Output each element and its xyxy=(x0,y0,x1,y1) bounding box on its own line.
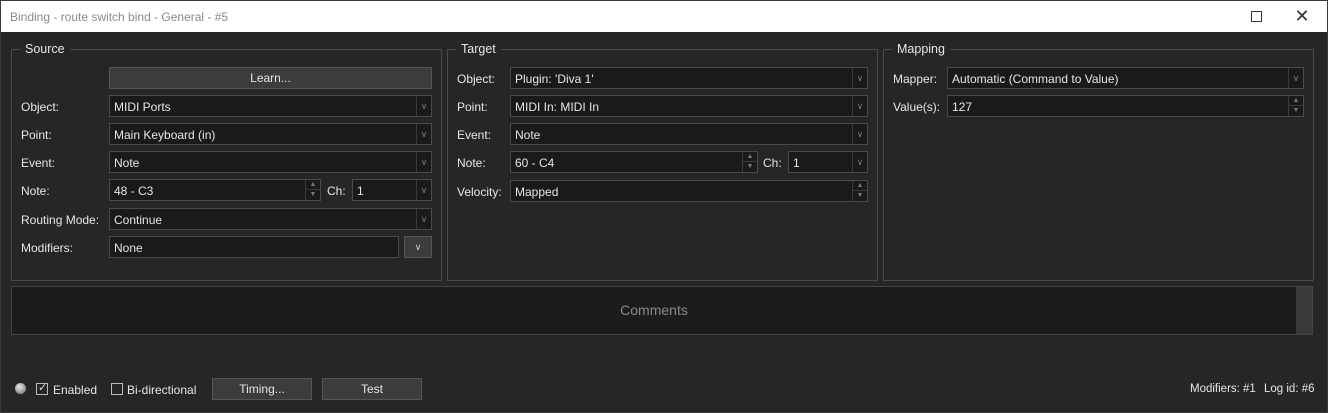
chevron-down-icon: ∨ xyxy=(416,180,431,200)
enabled-checkbox[interactable]: ✓ xyxy=(36,382,48,395)
target-point-select[interactable]: MIDI In: MIDI In ∨ xyxy=(510,95,868,117)
target-point-label: Point: xyxy=(457,100,488,114)
arrow-up-icon[interactable]: ▲ xyxy=(853,181,867,191)
mapper-select[interactable]: Automatic (Command to Value) ∨ xyxy=(947,67,1304,89)
spinner-arrows[interactable]: ▲ ▼ xyxy=(1288,96,1303,116)
source-routing-value: Continue xyxy=(114,213,163,227)
spinner-arrows[interactable]: ▲ ▼ xyxy=(742,152,757,172)
source-event-value: Note xyxy=(114,156,140,170)
source-routing-select[interactable]: Continue ∨ xyxy=(109,208,432,230)
arrow-down-icon[interactable]: ▼ xyxy=(306,190,320,200)
source-event-select[interactable]: Note ∨ xyxy=(109,151,432,173)
spinner-arrows[interactable]: ▲ ▼ xyxy=(852,181,867,201)
chevron-down-icon: ∨ xyxy=(852,152,867,172)
spinner-arrows[interactable]: ▲ ▼ xyxy=(305,180,320,200)
close-icon: ✕ xyxy=(1294,6,1310,26)
maximize-button[interactable] xyxy=(1233,1,1279,32)
chevron-down-icon: ∨ xyxy=(1288,68,1303,88)
arrow-up-icon[interactable]: ▲ xyxy=(743,152,757,162)
bidirectional-label[interactable]: Bi-directional xyxy=(127,383,196,397)
close-button[interactable]: ✕ xyxy=(1279,1,1325,32)
arrow-down-icon[interactable]: ▼ xyxy=(743,162,757,172)
modifiers-status: Modifiers: #1 xyxy=(1190,383,1256,395)
target-note-spinner[interactable]: 60 - C4 ▲ ▼ xyxy=(510,151,758,173)
source-note-label: Note: xyxy=(21,184,50,198)
values-spinner[interactable]: 127 ▲ ▼ xyxy=(947,95,1304,117)
chevron-down-icon: ∨ xyxy=(852,96,867,116)
source-legend: Source xyxy=(25,42,65,56)
source-object-value: MIDI Ports xyxy=(114,100,171,114)
target-event-select[interactable]: Note ∨ xyxy=(510,123,868,145)
enabled-label[interactable]: Enabled xyxy=(53,383,97,397)
window-title: Binding - route switch bind - General - … xyxy=(10,10,229,24)
maximize-icon xyxy=(1250,10,1262,22)
target-ch-select[interactable]: 1 ∨ xyxy=(788,151,868,173)
source-ch-select[interactable]: 1 ∨ xyxy=(352,179,432,201)
source-note-value: 48 - C3 xyxy=(114,184,154,198)
test-button[interactable]: Test xyxy=(322,378,422,400)
target-note-label: Note: xyxy=(457,156,486,170)
chevron-down-icon: ∨ xyxy=(416,152,431,172)
source-modifiers-field[interactable]: None xyxy=(109,236,399,258)
target-point-value: MIDI In: MIDI In xyxy=(515,100,600,114)
source-event-label: Event: xyxy=(21,156,56,170)
learn-button[interactable]: Learn... xyxy=(109,67,432,89)
chevron-down-icon: ∨ xyxy=(416,124,431,144)
comments-placeholder: Comments xyxy=(620,302,688,318)
source-ch-label: Ch: xyxy=(327,184,346,198)
source-modifiers-value: None xyxy=(114,241,143,255)
target-object-label: Object: xyxy=(457,72,496,86)
values-value: 127 xyxy=(952,100,973,114)
bidirectional-checkbox[interactable] xyxy=(111,383,123,395)
target-velocity-spinner[interactable]: Mapped ▲ ▼ xyxy=(510,180,868,202)
target-event-label: Event: xyxy=(457,128,492,142)
check-icon: ✓ xyxy=(38,382,48,394)
status-led-icon xyxy=(15,383,26,394)
source-note-spinner[interactable]: 48 - C3 ▲ ▼ xyxy=(109,179,321,201)
target-velocity-label: Velocity: xyxy=(457,185,502,199)
source-object-select[interactable]: MIDI Ports ∨ xyxy=(109,95,432,117)
chevron-down-icon: ∨ xyxy=(414,242,422,252)
target-event-value: Note xyxy=(515,128,541,142)
target-velocity-value: Mapped xyxy=(515,185,559,199)
chevron-down-icon: ∨ xyxy=(416,96,431,116)
target-object-value: Plugin: 'Diva 1' xyxy=(515,72,594,86)
target-legend: Target xyxy=(461,42,496,56)
values-label: Value(s): xyxy=(893,100,941,114)
source-modifiers-label: Modifiers: xyxy=(21,241,74,255)
log-id-status: Log id: #6 xyxy=(1264,383,1315,395)
mapping-legend: Mapping xyxy=(897,42,945,56)
source-object-label: Object: xyxy=(21,100,60,114)
source-point-select[interactable]: Main Keyboard (in) ∨ xyxy=(109,123,432,145)
arrow-up-icon[interactable]: ▲ xyxy=(1289,96,1303,106)
source-point-label: Point: xyxy=(21,128,52,142)
timing-button[interactable]: Timing... xyxy=(212,378,312,400)
source-point-value: Main Keyboard (in) xyxy=(114,128,216,142)
modifiers-dropdown-button[interactable]: ∨ xyxy=(404,236,432,258)
chevron-down-icon: ∨ xyxy=(852,68,867,88)
chevron-down-icon: ∨ xyxy=(416,209,431,229)
target-ch-value: 1 xyxy=(793,156,800,170)
comments-scrollbar[interactable] xyxy=(1296,287,1312,334)
arrow-down-icon[interactable]: ▼ xyxy=(853,191,867,201)
title-bar: Binding - route switch bind - General - … xyxy=(1,1,1327,32)
mapper-value: Automatic (Command to Value) xyxy=(952,72,1119,86)
arrow-up-icon[interactable]: ▲ xyxy=(306,180,320,190)
mapper-label: Mapper: xyxy=(893,72,938,86)
source-ch-value: 1 xyxy=(357,184,364,198)
arrow-down-icon[interactable]: ▼ xyxy=(1289,106,1303,116)
comments-box[interactable]: Comments xyxy=(11,286,1313,335)
target-note-value: 60 - C4 xyxy=(515,156,555,170)
target-ch-label: Ch: xyxy=(763,156,782,170)
target-object-select[interactable]: Plugin: 'Diva 1' ∨ xyxy=(510,67,868,89)
source-routing-label: Routing Mode: xyxy=(21,213,100,227)
chevron-down-icon: ∨ xyxy=(852,124,867,144)
